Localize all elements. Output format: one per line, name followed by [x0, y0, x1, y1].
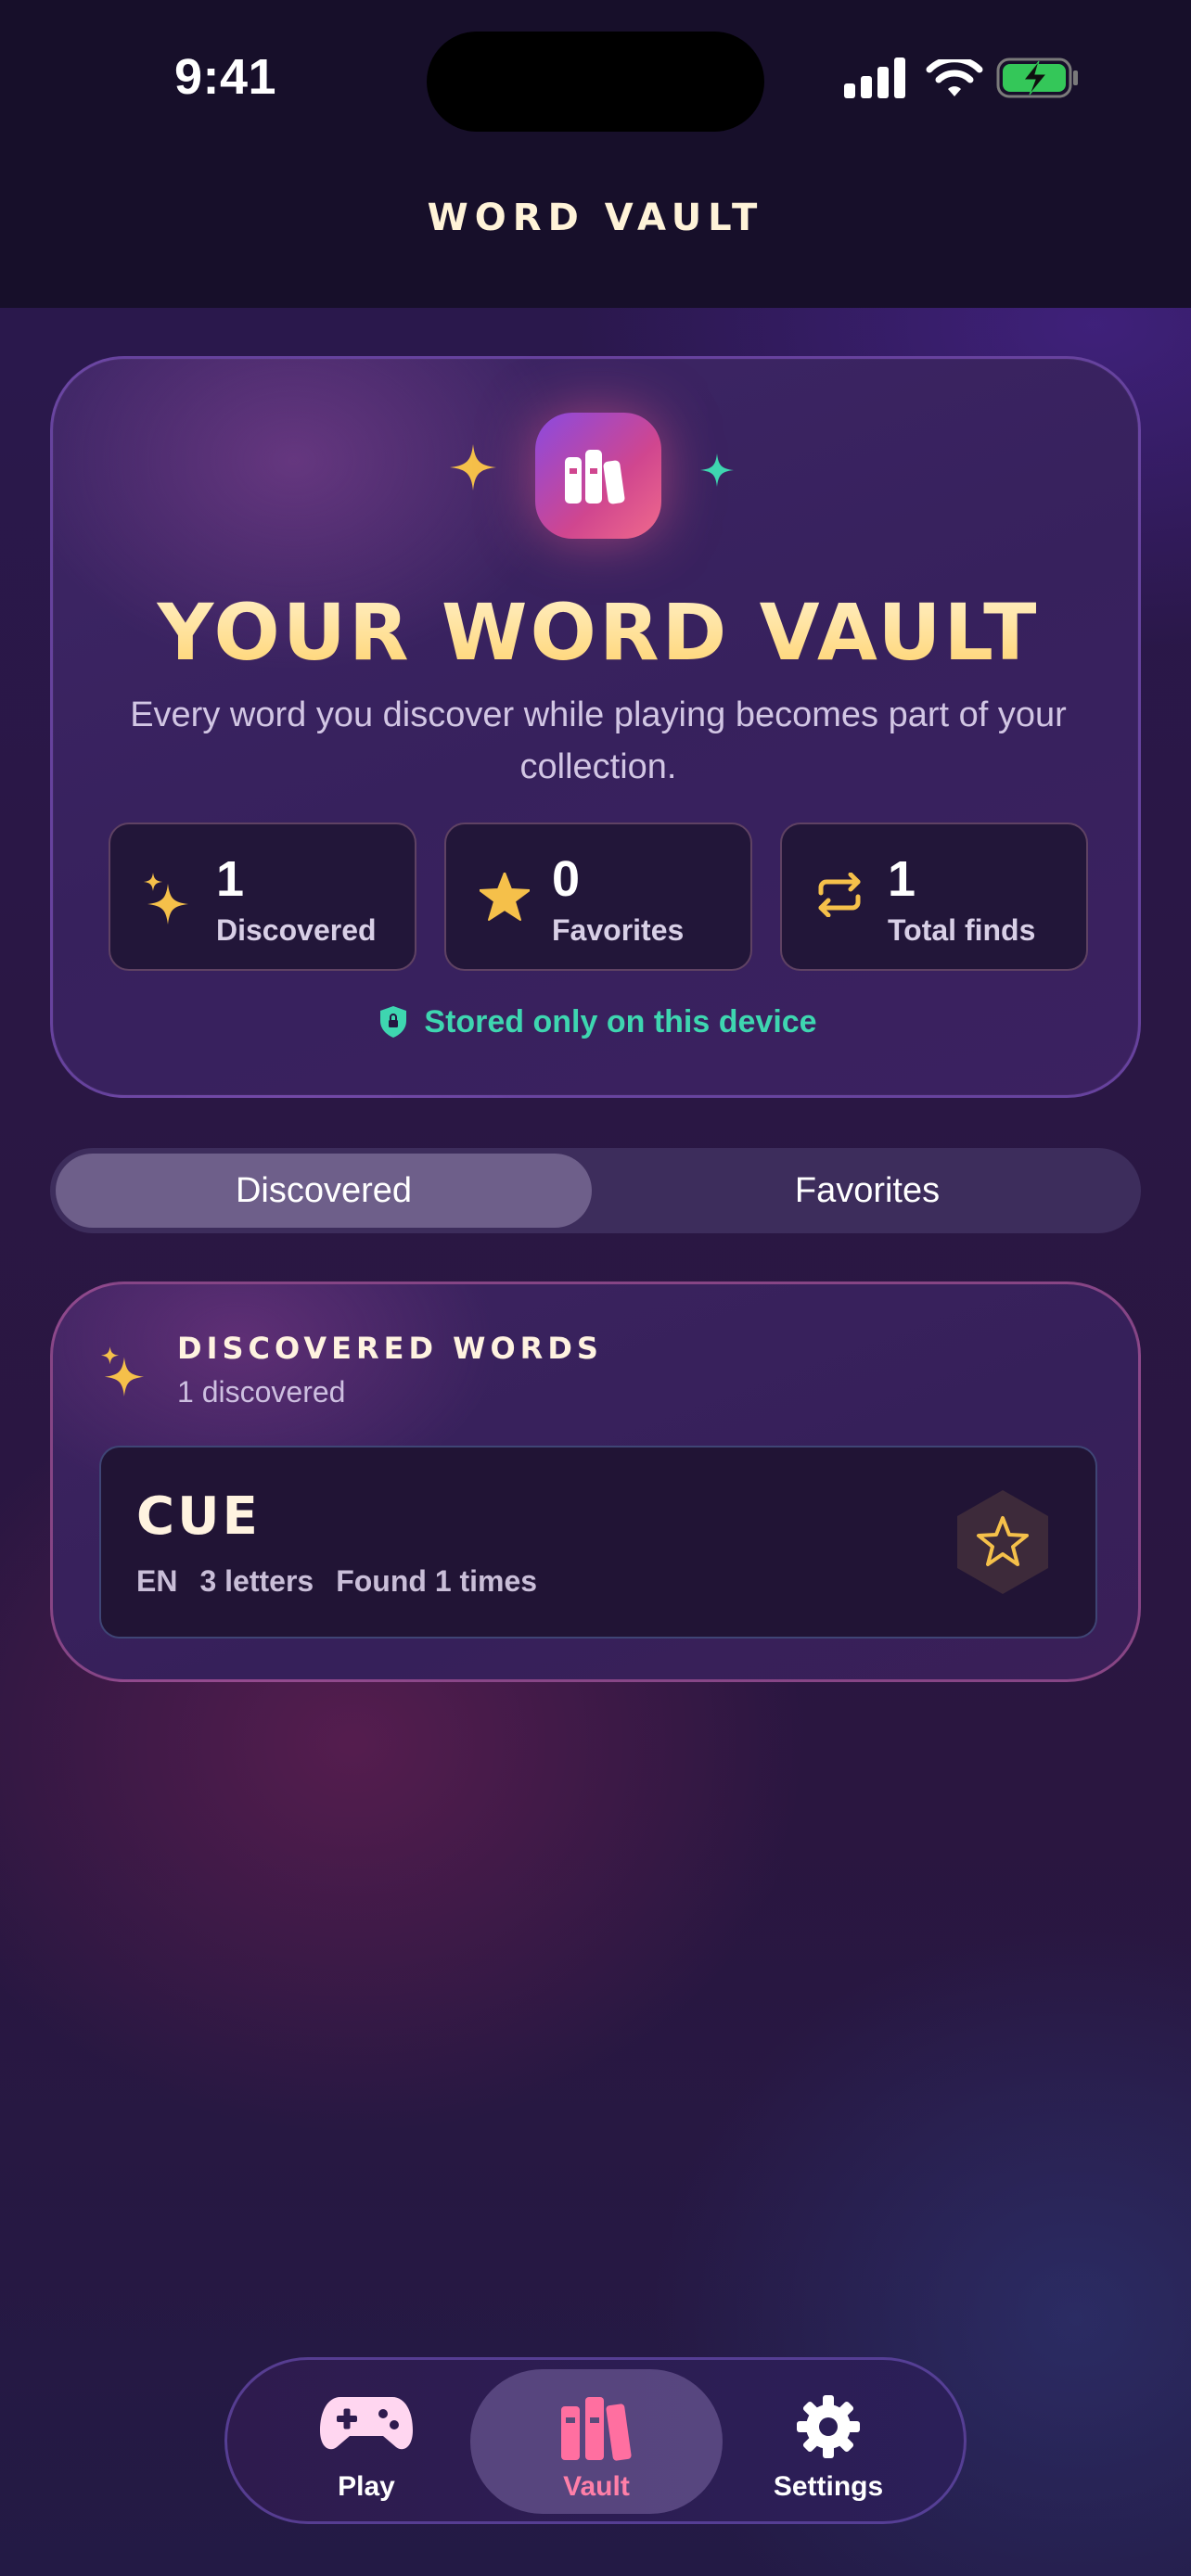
- dynamic-island: [427, 32, 764, 132]
- battery-charging-icon: [996, 57, 1078, 98]
- cellular-signal-icon: [844, 57, 905, 98]
- view-segmented-control: Discovered Favorites: [50, 1148, 1141, 1233]
- stat-value: 0: [552, 851, 581, 907]
- sparkle-icon: [700, 453, 734, 487]
- storage-note: Stored only on this device: [53, 1004, 1144, 1040]
- segment-discovered[interactable]: Discovered: [56, 1154, 592, 1228]
- stat-discovered: 1 Discovered: [109, 823, 416, 971]
- stat-favorites: 0 Favorites: [444, 823, 752, 971]
- favorite-star-button[interactable]: [949, 1488, 1057, 1596]
- books-icon: [535, 413, 661, 539]
- list-item[interactable]: CUE EN 3 letters Found 1 times: [99, 1446, 1097, 1639]
- stat-label: Total finds: [888, 913, 1036, 947]
- hero-title: YOUR WORD VAULT: [53, 587, 1144, 678]
- star-icon: [480, 873, 530, 921]
- status-time: 9:41: [174, 49, 277, 105]
- tab-label: Vault: [563, 2471, 630, 2502]
- tab-label: Settings: [773, 2471, 884, 2502]
- word-text: CUE: [136, 1486, 261, 1547]
- word-length: 3 letters: [199, 1564, 314, 1598]
- word-language: EN: [136, 1564, 178, 1598]
- stat-value: 1: [888, 851, 916, 907]
- stat-label: Discovered: [216, 913, 377, 947]
- tab-settings[interactable]: Settings: [702, 2369, 954, 2514]
- wifi-icon: [926, 59, 983, 96]
- tab-play[interactable]: Play: [240, 2369, 493, 2514]
- stat-total-finds: 1 Total finds: [780, 823, 1088, 971]
- gear-icon: [797, 2395, 860, 2458]
- word-found-count: Found 1 times: [336, 1564, 538, 1598]
- storage-note-text: Stored only on this device: [424, 1004, 817, 1039]
- section-count: 1 discovered: [177, 1375, 346, 1409]
- tab-vault[interactable]: Vault: [470, 2369, 723, 2514]
- hero-subtitle: Every word you discover while playing be…: [130, 695, 1067, 786]
- sparkle-icon: [450, 444, 496, 491]
- word-meta: EN 3 letters Found 1 times: [136, 1564, 559, 1599]
- segment-favorites[interactable]: Favorites: [599, 1154, 1135, 1228]
- section-title: DISCOVERED WORDS: [177, 1331, 603, 1366]
- app-title: WORD VAULT: [427, 197, 764, 239]
- lock-shield-icon: [380, 1006, 407, 1038]
- vault-summary-card: YOUR WORD VAULT Every word you discover …: [50, 356, 1141, 1098]
- discovered-words-card: DISCOVERED WORDS 1 discovered CUE EN 3 le…: [50, 1282, 1141, 1682]
- stat-label: Favorites: [552, 913, 685, 947]
- top-bar: 9:41 WORD VAULT: [0, 0, 1191, 308]
- tab-bar: Play Vault Settings: [224, 2357, 967, 2524]
- gamepad-icon: [320, 2397, 413, 2450]
- stat-value: 1: [216, 851, 245, 907]
- sparkles-icon: [101, 1346, 144, 1396]
- sparkles-icon: [144, 873, 188, 925]
- books-icon: [561, 2397, 632, 2461]
- repeat-icon: [818, 873, 861, 917]
- tab-label: Play: [338, 2471, 395, 2502]
